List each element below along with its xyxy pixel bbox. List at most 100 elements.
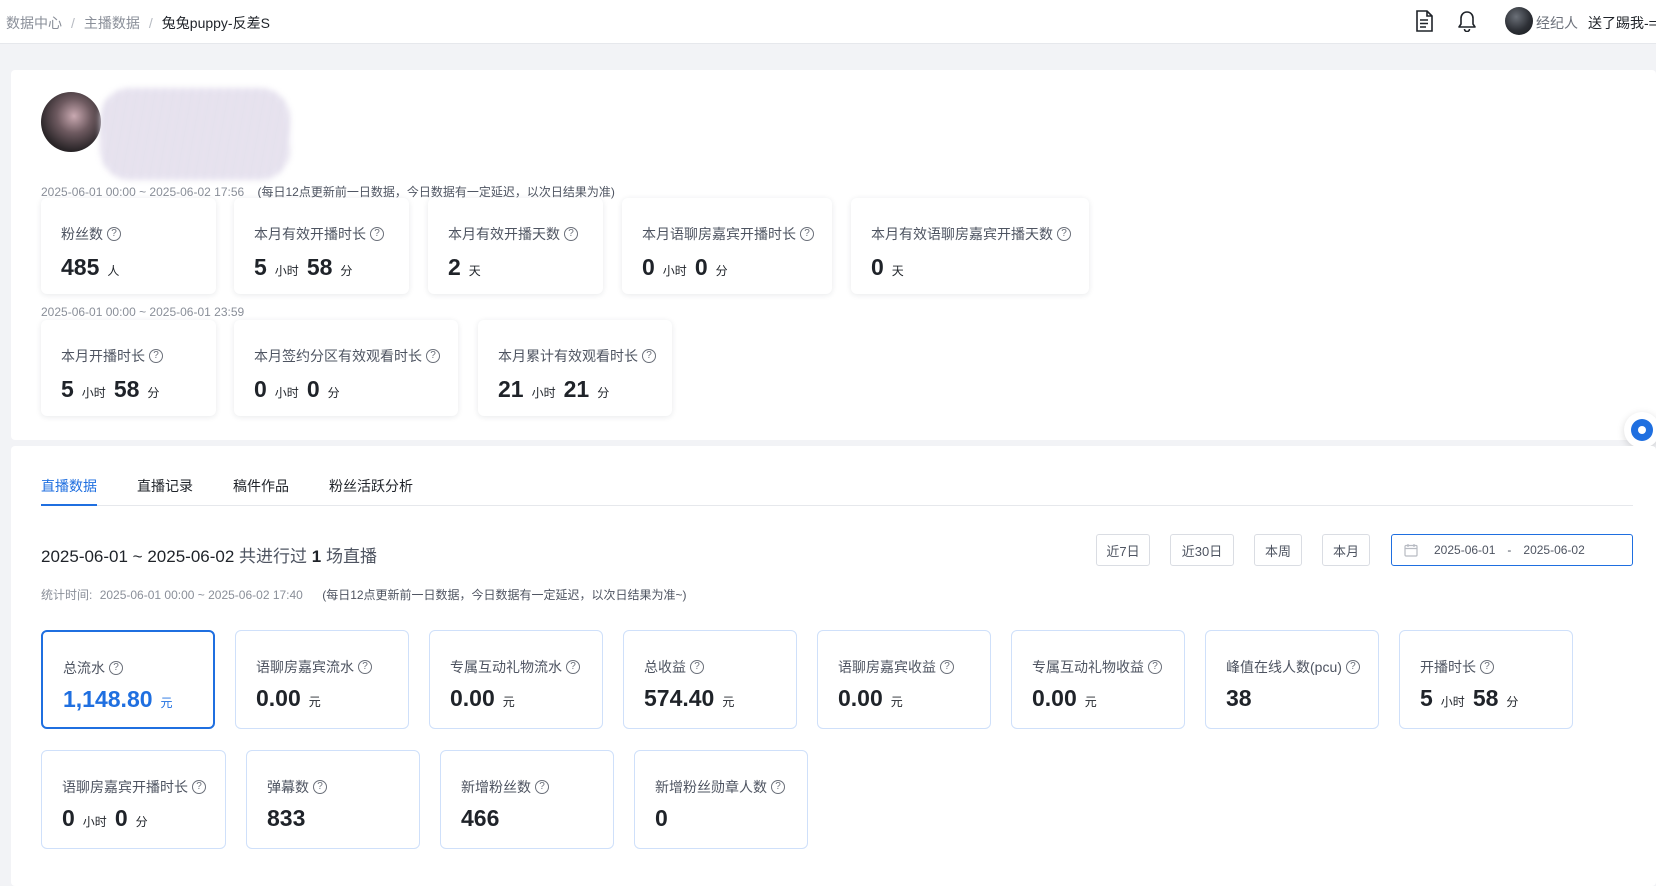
kpi-unit: 元 xyxy=(1084,695,1097,709)
help-icon[interactable]: ? xyxy=(313,780,327,794)
kpi-unit: 元 xyxy=(890,695,903,709)
kpi-card-exclusive-gift-revenue[interactable]: 专属互动礼物流水? 0.00 元 xyxy=(429,630,603,729)
monthly-data-range: 2025-06-01 00:00 ~ 2025-06-02 17:56 xyxy=(41,185,245,199)
help-icon[interactable]: ? xyxy=(192,780,206,794)
kpi-card-voice-room-income[interactable]: 语聊房嘉宾收益? 0.00 元 xyxy=(817,630,991,729)
stat-unit: 天 xyxy=(468,264,481,278)
stat-value: 0 xyxy=(871,254,884,280)
range-this-week-button[interactable]: 本周 xyxy=(1254,534,1302,566)
stat-value-hours: 21 xyxy=(498,376,524,402)
kpi-card-total-income[interactable]: 总收益? 574.40 元 xyxy=(623,630,797,729)
stat-card-monthly-stream-duration: 本月有效开播时长? 5 小时 58 分 xyxy=(234,198,409,294)
kpi-value-hours: 0 xyxy=(62,805,75,831)
user-avatar[interactable] xyxy=(1505,7,1533,35)
kpi-label: 新增粉丝勋章人数 xyxy=(655,779,767,795)
monthly-data-hint: (每日12点更新前一日数据，今日数据有一定延迟，以次日结果为准) xyxy=(257,185,615,199)
kpi-card-danmaku-count[interactable]: 弹幕数? 833 xyxy=(246,750,420,849)
kpi-label: 语聊房嘉宾开播时长 xyxy=(62,779,188,795)
top-bar: 数据中心 / 主播数据 / 兔兔puppy-反差S 经纪人 送了踢我-= xyxy=(0,0,1656,44)
document-icon[interactable] xyxy=(1412,9,1436,33)
help-icon[interactable]: ? xyxy=(426,349,440,363)
floating-chat-button[interactable] xyxy=(1624,412,1656,448)
stat-label: 本月开播时长 xyxy=(61,348,145,364)
help-icon[interactable]: ? xyxy=(109,661,123,675)
kpi-card-voice-room-revenue[interactable]: 语聊房嘉宾流水? 0.00 元 xyxy=(235,630,409,729)
stat-value-minutes: 58 xyxy=(306,254,333,280)
help-icon[interactable]: ? xyxy=(1148,660,1162,674)
kpi-card-stream-duration[interactable]: 开播时长? 5 小时 58 分 xyxy=(1399,630,1573,729)
help-icon[interactable]: ? xyxy=(370,227,384,241)
stat-label: 本月有效开播天数 xyxy=(448,226,560,242)
stat-value-hours: 0 xyxy=(254,376,267,402)
calendar-icon xyxy=(1404,543,1418,557)
help-icon[interactable]: ? xyxy=(1345,660,1360,674)
help-icon[interactable]: ? xyxy=(535,780,549,794)
tab-live-data[interactable]: 直播数据 xyxy=(41,476,97,506)
kpi-value: 0.00 xyxy=(1032,685,1077,711)
help-icon[interactable]: ? xyxy=(566,660,580,674)
date-range-picker[interactable]: 2025-06-01 - 2025-06-02 xyxy=(1391,534,1633,566)
help-icon[interactable]: ? xyxy=(800,227,814,241)
help-icon[interactable]: ? xyxy=(1057,227,1071,241)
summary-count: 1 xyxy=(311,547,322,566)
help-icon[interactable]: ? xyxy=(940,660,954,674)
daily-data-range-note: 2025-06-01 00:00 ~ 2025-06-01 23:59 xyxy=(41,305,244,319)
stat-value-hours: 0 xyxy=(642,254,655,280)
range-this-month-button[interactable]: 本月 xyxy=(1322,534,1370,566)
range-7-days-button[interactable]: 近7日 xyxy=(1096,534,1150,566)
stat-label: 本月语聊房嘉宾开播时长 xyxy=(642,226,796,242)
breadcrumb-separator: / xyxy=(148,15,153,31)
stat-label: 本月签约分区有效观看时长 xyxy=(254,348,422,364)
summary-suffix: 场直播 xyxy=(325,547,377,566)
summary-range: 2025-06-01 ~ 2025-06-02 xyxy=(41,547,235,566)
stat-card-voice-room-guest-duration: 本月语聊房嘉宾开播时长? 0 小时 0 分 xyxy=(622,198,832,294)
stat-value-minutes: 0 xyxy=(694,254,708,280)
kpi-value: 38 xyxy=(1226,685,1252,711)
help-icon[interactable]: ? xyxy=(690,660,704,674)
live-summary: 2025-06-01 ~ 2025-06-02 共进行过 1 场直播 xyxy=(41,542,377,567)
help-icon[interactable]: ? xyxy=(1480,660,1494,674)
kpi-card-exclusive-gift-income[interactable]: 专属互动礼物收益? 0.00 元 xyxy=(1011,630,1185,729)
kpi-value: 833 xyxy=(267,805,306,831)
stat-label: 本月累计有效观看时长 xyxy=(498,348,638,364)
stat-time-label: 统计时间: xyxy=(41,588,93,602)
help-icon[interactable]: ? xyxy=(149,349,163,363)
help-icon[interactable]: ? xyxy=(358,660,372,674)
stat-unit: 天 xyxy=(891,264,904,278)
stat-label: 粉丝数 xyxy=(61,226,103,242)
kpi-card-voice-room-guest-duration[interactable]: 语聊房嘉宾开播时长? 0 小时 0 分 xyxy=(41,750,226,849)
tab-live-records[interactable]: 直播记录 xyxy=(137,476,193,504)
user-name[interactable]: 送了踢我-= xyxy=(1588,13,1656,33)
kpi-card-new-followers[interactable]: 新增粉丝数? 466 xyxy=(440,750,614,849)
kpi-card-peak-online[interactable]: 峰值在线人数(pcu)? 38 xyxy=(1205,630,1379,729)
kpi-card-total-revenue[interactable]: 总流水? 1,148.80 元 xyxy=(41,630,215,729)
stat-unit: 分 xyxy=(147,386,160,400)
stat-unit: 人 xyxy=(107,264,120,278)
stat-value-minutes: 0 xyxy=(306,376,320,402)
help-icon[interactable]: ? xyxy=(107,227,121,241)
kpi-card-new-fan-medal[interactable]: 新增粉丝勋章人数? 0 xyxy=(634,750,808,849)
kpi-label: 语聊房嘉宾收益 xyxy=(838,659,936,675)
kpi-label: 总收益 xyxy=(644,659,686,675)
stat-card-signed-zone-watch-duration: 本月签约分区有效观看时长? 0 小时 0 分 xyxy=(234,320,458,416)
stat-unit: 小时 xyxy=(662,264,687,278)
streamer-name-blurred xyxy=(100,88,290,180)
stat-unit: 小时 xyxy=(274,264,299,278)
range-30-days-button[interactable]: 近30日 xyxy=(1170,534,1234,566)
stat-card-monthly-stream-days: 本月有效开播天数? 2天 xyxy=(428,198,603,294)
date-end[interactable]: 2025-06-02 xyxy=(1523,543,1584,557)
bell-icon[interactable] xyxy=(1455,9,1479,33)
help-icon[interactable]: ? xyxy=(771,780,785,794)
help-icon[interactable]: ? xyxy=(564,227,578,241)
breadcrumb-item-data-center[interactable]: 数据中心 xyxy=(6,13,62,33)
tab-fan-activity[interactable]: 粉丝活跃分析 xyxy=(329,476,413,504)
date-start[interactable]: 2025-06-01 xyxy=(1434,543,1495,557)
kpi-label: 总流水 xyxy=(63,660,105,676)
tab-works[interactable]: 稿件作品 xyxy=(233,476,289,504)
breadcrumb-item-current: 兔兔puppy-反差S xyxy=(161,15,270,31)
help-icon[interactable]: ? xyxy=(642,349,656,363)
breadcrumb-item-streamer-data[interactable]: 主播数据 xyxy=(84,13,140,33)
kpi-unit: 元 xyxy=(502,695,515,709)
stat-unit: 分 xyxy=(327,386,340,400)
stat-value: 485 xyxy=(61,254,100,280)
